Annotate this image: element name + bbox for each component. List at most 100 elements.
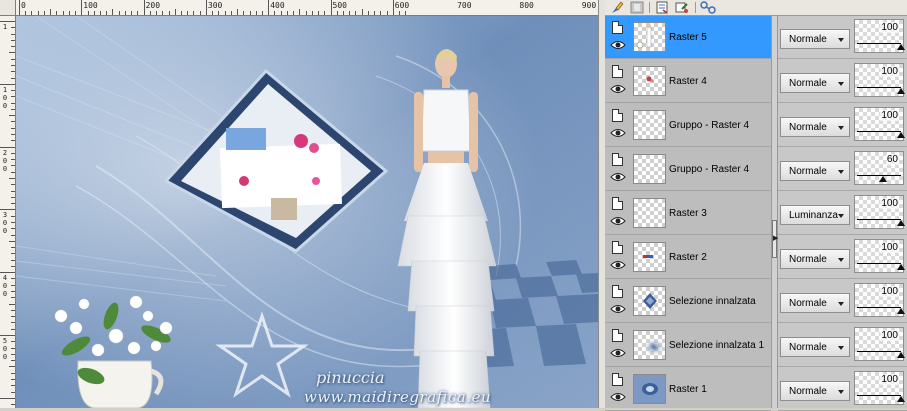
ruler-tick <box>380 11 382 15</box>
layer-controls <box>610 65 628 99</box>
ruler-number: 600 <box>394 1 410 10</box>
opacity-handle[interactable] <box>897 132 905 138</box>
ruler-tick <box>349 11 351 15</box>
layer-controls <box>610 153 628 187</box>
layer-thumbnail <box>633 286 666 316</box>
ruler-tick <box>249 11 251 15</box>
panel-splitter[interactable]: ▶ <box>771 16 778 408</box>
layer-name: Raster 5 <box>669 32 707 43</box>
properties-icon[interactable] <box>673 0 691 15</box>
layer-row[interactable]: Selezione innalzata 1 <box>605 324 771 367</box>
ruler-number: 400 <box>270 1 285 10</box>
opacity-handle[interactable] <box>879 176 888 182</box>
ruler-tick <box>0 21 15 22</box>
layer-page-icon[interactable] <box>612 153 623 166</box>
layer-name: Raster 2 <box>669 252 707 263</box>
eye-icon[interactable] <box>610 127 626 139</box>
eye-icon[interactable] <box>610 171 626 183</box>
opacity-slider[interactable]: 60 <box>854 151 904 185</box>
brush-icon[interactable] <box>608 0 626 15</box>
ruler-tick <box>11 353 15 355</box>
layer-row[interactable]: Raster 1 <box>605 368 771 411</box>
image-canvas[interactable]: pinuccia www.maidiregrafica.eu <box>16 16 598 408</box>
ruler-tick <box>305 11 307 15</box>
opacity-slider[interactable]: 100 <box>854 63 905 97</box>
eye-icon[interactable] <box>610 259 626 271</box>
layer-property-row: Normale 100 <box>778 368 907 411</box>
layer-thumbnail <box>633 66 666 96</box>
blend-mode-dropdown[interactable]: Luminanza <box>780 205 850 225</box>
opacity-handle[interactable] <box>897 44 905 50</box>
opacity-handle[interactable] <box>897 352 905 358</box>
layer-row[interactable]: Raster 2 <box>605 236 771 279</box>
opacity-slider[interactable]: 100 <box>854 19 905 53</box>
opacity-handle[interactable] <box>897 396 905 402</box>
layer-name: Gruppo - Raster 4 <box>669 120 750 131</box>
layer-page-icon[interactable] <box>612 109 623 122</box>
dropdown-arrow-icon <box>838 214 844 218</box>
layer-page-icon[interactable] <box>612 373 623 386</box>
eye-icon[interactable] <box>610 303 626 315</box>
new-layer-icon[interactable] <box>653 0 671 15</box>
opacity-slider[interactable]: 100 <box>854 239 905 273</box>
eye-icon[interactable] <box>610 83 626 95</box>
blend-mode-dropdown[interactable]: Normale <box>780 29 850 49</box>
blend-mode-dropdown[interactable]: Normale <box>780 381 850 401</box>
blend-mode-dropdown[interactable]: Normale <box>780 249 850 269</box>
layer-name: Selezione innalzata 1 <box>669 340 765 351</box>
layer-page-icon[interactable] <box>612 329 623 342</box>
ruler-tick <box>0 335 15 336</box>
blend-mode-dropdown[interactable]: Normale <box>780 117 850 137</box>
blend-mode-dropdown[interactable]: Normale <box>780 337 850 357</box>
ruler-tick <box>0 209 15 211</box>
ruler-tick <box>68 11 70 15</box>
layer-controls <box>610 109 628 143</box>
ruler-tick <box>11 360 15 362</box>
opacity-slider[interactable]: 100 <box>854 107 905 141</box>
layer-page-icon[interactable] <box>612 241 623 254</box>
opacity-slider[interactable]: 100 <box>854 195 905 229</box>
ruler-tick <box>218 11 220 15</box>
layer-controls <box>610 329 628 363</box>
layer-page-icon[interactable] <box>612 21 623 34</box>
layer-name: Raster 4 <box>669 76 707 87</box>
blend-mode-dropdown[interactable]: Normale <box>780 73 850 93</box>
eye-icon[interactable] <box>610 215 626 227</box>
layer-row[interactable]: Raster 4 <box>605 60 771 103</box>
opacity-handle[interactable] <box>897 308 905 314</box>
ruler-tick <box>224 11 226 15</box>
ruler-tick <box>11 372 15 374</box>
dropdown-arrow-icon <box>838 346 844 350</box>
layer-row[interactable]: Raster 3 <box>605 192 771 235</box>
opacity-handle[interactable] <box>897 264 905 270</box>
link-icon[interactable] <box>699 0 717 15</box>
blend-mode-dropdown[interactable]: Normale <box>780 293 850 313</box>
layer-page-icon[interactable] <box>612 65 623 78</box>
layer-row[interactable]: Gruppo - Raster 4 <box>605 104 771 147</box>
opacity-handle[interactable] <box>897 88 905 94</box>
ruler-tick <box>11 247 15 249</box>
layer-row[interactable]: Raster 5 <box>605 16 771 59</box>
ruler-tick <box>11 391 15 393</box>
opacity-handle[interactable] <box>897 220 905 226</box>
layer-row[interactable]: Gruppo - Raster 4 <box>605 148 771 191</box>
opacity-slider[interactable]: 100 <box>854 371 905 405</box>
layer-page-icon[interactable] <box>612 197 623 210</box>
dropdown-arrow-icon <box>838 302 844 306</box>
ruler-corner <box>0 0 16 16</box>
blend-mode-dropdown[interactable]: Normale <box>780 161 850 181</box>
opacity-slider[interactable]: 100 <box>854 327 905 361</box>
ruler-tick <box>293 11 295 15</box>
layer-page-icon[interactable] <box>612 285 623 298</box>
eye-icon[interactable] <box>610 39 626 51</box>
layer-row[interactable]: Selezione innalzata <box>605 280 771 323</box>
ruler-tick <box>11 228 15 230</box>
opacity-slider[interactable]: 100 <box>854 283 905 317</box>
splitter-arrow-icon[interactable]: ▶ <box>772 220 778 258</box>
ruler-tick <box>336 11 338 15</box>
ruler-tick <box>330 0 332 15</box>
mask-icon[interactable] <box>628 0 646 15</box>
ruler-number: 500 <box>332 1 347 10</box>
eye-icon[interactable] <box>610 391 626 403</box>
eye-icon[interactable] <box>610 347 626 359</box>
